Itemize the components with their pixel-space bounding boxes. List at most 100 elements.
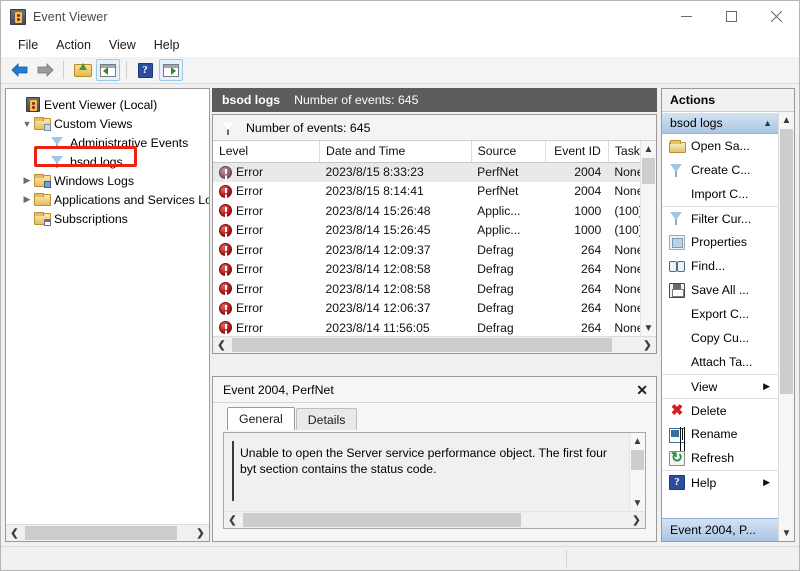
scroll-up-icon[interactable]: ▲ [641, 141, 656, 157]
scroll-down-icon[interactable]: ▼ [641, 320, 656, 336]
actions-group-header-event[interactable]: Event 2004, P... ▲ [662, 518, 794, 541]
tree-item-applications-and-services-logs[interactable]: ▶ Applications and Services Lo [10, 190, 209, 209]
scroll-left-icon[interactable]: ❮ [6, 525, 23, 542]
menu-file[interactable]: File [9, 35, 47, 55]
menu-view[interactable]: View [100, 35, 145, 55]
tree-item-event-viewer-local[interactable]: Event Viewer (Local) [10, 95, 209, 114]
filter-summary-text: Number of events: 645 [246, 120, 371, 135]
tree-item-label: Administrative Events [70, 135, 189, 150]
scroll-left-icon[interactable]: ❮ [213, 337, 230, 354]
tab-details[interactable]: Details [295, 408, 358, 430]
action-refresh[interactable]: Refresh [662, 446, 778, 470]
actions-footer-label: Event 2004, P... [670, 523, 756, 537]
action-copy-custom-view[interactable]: Copy Cu... [662, 326, 778, 350]
show-hide-action-pane-button[interactable] [159, 59, 183, 81]
action-filter-current-custom-view[interactable]: Filter Cur... [662, 206, 778, 230]
table-row[interactable]: Error 2023/8/14 12:08:58 Defrag 264 None [213, 260, 656, 280]
scroll-left-icon[interactable]: ❮ [224, 512, 241, 529]
detail-vertical-scrollbar[interactable]: ▲ ▼ [629, 433, 645, 511]
action-export-custom-view[interactable]: Export C... [662, 302, 778, 326]
action-attach-task-to-custom-view[interactable]: Attach Ta... [662, 350, 778, 374]
maximize-button[interactable] [709, 1, 754, 32]
chevron-down-icon[interactable]: ▼ [20, 114, 34, 133]
column-header-level[interactable]: Level [213, 141, 321, 163]
filter-icon [50, 135, 66, 150]
table-row[interactable]: Error 2023/8/15 8:14:41 PerfNet 2004 Non… [213, 182, 656, 202]
scroll-thumb[interactable] [780, 129, 793, 394]
filter-summary-bar[interactable]: Number of events: 645 [213, 115, 656, 141]
event-list-vertical-scrollbar[interactable]: ▲ ▼ [640, 141, 656, 336]
scroll-right-icon[interactable]: ❯ [639, 337, 656, 354]
tree-item-label: Event Viewer (Local) [44, 97, 158, 112]
scroll-up-icon[interactable]: ▲ [630, 433, 645, 449]
scroll-thumb[interactable] [642, 158, 655, 184]
action-find[interactable]: Find... [662, 254, 778, 278]
table-row[interactable]: Error 2023/8/14 12:09:37 Defrag 264 None [213, 240, 656, 260]
error-icon [219, 262, 232, 276]
scroll-thumb[interactable] [232, 337, 612, 352]
submenu-arrow-icon: ▶ [763, 381, 770, 391]
forward-button[interactable] [33, 59, 57, 81]
scroll-thumb[interactable] [631, 450, 644, 470]
scroll-track[interactable] [230, 337, 639, 354]
tree-item-subscriptions[interactable]: Subscriptions [10, 209, 209, 228]
minimize-button[interactable] [664, 1, 709, 32]
action-rename[interactable]: Rename [662, 422, 778, 446]
actions-group-header-bsod-logs[interactable]: bsod logs ▲ [662, 112, 778, 134]
action-view[interactable]: View ▶ [662, 374, 778, 398]
action-open-saved-log[interactable]: Open Sa... [662, 134, 778, 158]
column-header-event-id[interactable]: Event ID [545, 141, 609, 163]
action-delete[interactable]: ✖ Delete [662, 398, 778, 422]
table-row[interactable]: Error 2023/8/14 11:56:05 Defrag 264 None [213, 318, 656, 338]
menu-action[interactable]: Action [47, 35, 100, 55]
table-row[interactable]: Error 2023/8/14 12:08:58 Defrag 264 None [213, 279, 656, 299]
tab-general[interactable]: General [227, 407, 295, 430]
action-properties[interactable]: Properties [662, 230, 778, 254]
action-create-custom-view[interactable]: Create C... [662, 158, 778, 182]
tree-item-custom-views[interactable]: ▼ Custom Views [10, 114, 209, 133]
column-header-source[interactable]: Source [471, 141, 547, 163]
scroll-right-icon[interactable]: ❯ [192, 525, 209, 542]
column-header-date-time[interactable]: Date and Time [319, 141, 472, 163]
collapse-caret-icon[interactable]: ▲ [763, 118, 772, 128]
scroll-track[interactable] [23, 525, 192, 542]
back-button[interactable] [7, 59, 31, 81]
actions-scroll-area: bsod logs ▲ Open Sa... Create C... Impor… [662, 112, 778, 541]
action-label: Delete [691, 403, 727, 418]
action-import-custom-view[interactable]: Import C... [662, 182, 778, 206]
table-row[interactable]: Error 2023/8/14 12:06:37 Defrag 264 None [213, 299, 656, 319]
detail-horizontal-scrollbar[interactable]: ❮ ❯ [224, 511, 645, 528]
scroll-track[interactable] [241, 512, 628, 529]
menu-help[interactable]: Help [145, 35, 189, 55]
cell-source: Defrag [477, 301, 514, 316]
event-viewer-window: Event Viewer File Action View Help ? Eve… [0, 0, 800, 571]
scroll-right-icon[interactable]: ❯ [628, 512, 645, 529]
tree-item-administrative-events[interactable]: Administrative Events [10, 133, 209, 152]
tree-item-windows-logs[interactable]: ▶ Windows Logs [10, 171, 209, 190]
show-hide-console-tree-button[interactable] [96, 59, 120, 81]
menu-bar: File Action View Help [1, 32, 799, 57]
table-row[interactable]: Error 2023/8/15 8:33:23 PerfNet 2004 Non… [213, 162, 656, 182]
cell-date-time: 2023/8/15 8:14:41 [325, 184, 424, 199]
event-viewer-icon [10, 8, 26, 25]
help-button[interactable]: ? [133, 59, 157, 81]
chevron-right-icon[interactable]: ▶ [20, 171, 34, 190]
scroll-thumb[interactable] [25, 525, 177, 540]
tree-item-bsod-logs[interactable]: bsod logs [10, 152, 209, 171]
scroll-up-icon[interactable]: ▲ [779, 112, 794, 128]
close-icon[interactable]: ✕ [636, 383, 648, 397]
up-folder-button[interactable] [70, 59, 94, 81]
table-row[interactable]: Error 2023/8/14 15:26:45 Applic... 1000 … [213, 221, 656, 241]
scroll-down-icon[interactable]: ▼ [779, 525, 794, 541]
table-row[interactable]: Error 2023/8/14 15:26:48 Applic... 1000 … [213, 201, 656, 221]
action-save-all-events-as[interactable]: Save All ... [662, 278, 778, 302]
scroll-thumb[interactable] [243, 512, 521, 527]
action-help[interactable]: ? Help ▶ [662, 470, 778, 494]
tree-horizontal-scrollbar[interactable]: ❮ ❯ [6, 524, 209, 541]
close-button[interactable] [754, 1, 799, 32]
event-description: Unable to open the Server service perfor… [232, 441, 623, 501]
event-list-horizontal-scrollbar[interactable]: ❮ ❯ [213, 336, 656, 353]
chevron-right-icon[interactable]: ▶ [20, 190, 34, 209]
scroll-down-icon[interactable]: ▼ [630, 495, 645, 511]
actions-vertical-scrollbar[interactable]: ▲ ▼ [778, 112, 794, 541]
